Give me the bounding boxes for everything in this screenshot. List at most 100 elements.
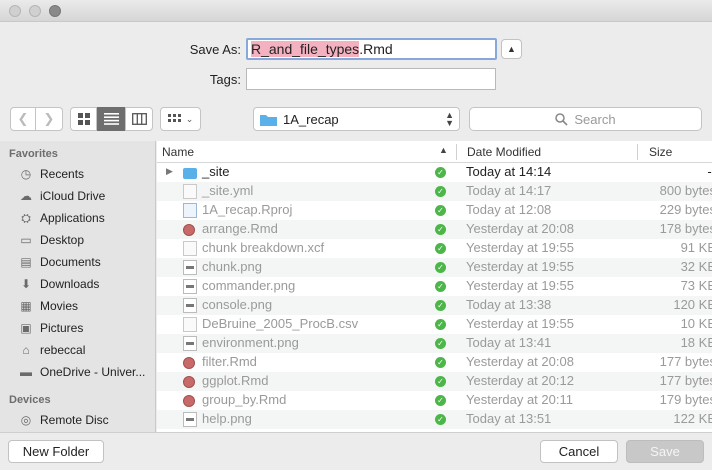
collapse-dialog-button[interactable]: ▲ xyxy=(501,39,522,59)
arrange-icon xyxy=(167,113,181,122)
folder-icon: ▬ xyxy=(20,365,32,379)
document-icon xyxy=(183,241,197,256)
file-size: 122 KB xyxy=(673,411,712,426)
new-folder-button[interactable]: New Folder xyxy=(8,440,104,463)
image-file-icon xyxy=(183,260,197,275)
sidebar-item-documents[interactable]: ▤ Documents xyxy=(0,251,155,273)
sidebar-item-downloads[interactable]: ⬇ Downloads xyxy=(0,273,155,295)
file-size: 91 KB xyxy=(680,240,712,255)
file-row[interactable]: filter.Rmd ✓ Yesterday at 20:08 177 bytes xyxy=(157,353,712,372)
save-as-label: Save As: xyxy=(189,42,241,57)
zoom-window-button[interactable] xyxy=(49,5,61,17)
document-icon xyxy=(183,317,197,332)
file-size: 32 KB xyxy=(680,259,712,274)
file-row[interactable]: group_by.Rmd ✓ Yesterday at 20:11 179 bytes xyxy=(157,391,712,410)
sidebar-item-label: Downloads xyxy=(40,277,100,291)
file-name: ggplot.Rmd xyxy=(202,373,269,388)
sidebar-item-movies[interactable]: ▦ Movies xyxy=(0,295,155,317)
icon-grid-icon xyxy=(77,113,90,125)
column-header-row: Name ▲ Date Modified Size xyxy=(157,141,712,163)
file-row[interactable]: help.png ✓ Today at 13:51 122 KB xyxy=(157,410,712,429)
file-row[interactable]: DeBruine_2005_ProcB.csv ✓ Yesterday at 19:… xyxy=(157,315,712,334)
sync-check-icon: ✓ xyxy=(435,319,446,330)
file-date: Yesterday at 19:55 xyxy=(466,259,574,274)
column-name[interactable]: Name xyxy=(162,145,194,159)
column-view-button[interactable] xyxy=(125,107,153,131)
sync-check-icon: ✓ xyxy=(435,243,446,254)
file-name: help.png xyxy=(202,411,252,426)
icon-view-button[interactable] xyxy=(70,107,97,131)
sidebar-item-rebeccal[interactable]: ⌂ rebeccal xyxy=(0,339,155,361)
search-placeholder: Search xyxy=(574,111,616,127)
search-field[interactable]: Search xyxy=(469,107,702,131)
file-row[interactable]: chunk.png ✓ Yesterday at 19:55 32 KB xyxy=(157,258,712,277)
file-date: Yesterday at 19:55 xyxy=(466,240,574,255)
file-name: commander.png xyxy=(202,278,296,293)
sync-check-icon: ✓ xyxy=(435,224,446,235)
file-row[interactable]: ▶ _site ✓ Today at 14:14 -- xyxy=(157,163,712,182)
image-file-icon xyxy=(183,412,197,427)
file-row[interactable]: ggplot.Rmd ✓ Yesterday at 20:12 177 bytes xyxy=(157,372,712,391)
sidebar-item-label: Recents xyxy=(40,167,85,181)
filename-input[interactable]: R_and_file_types.Rmd xyxy=(246,38,497,60)
file-date: Today at 12:08 xyxy=(466,202,552,217)
sidebar-item-label: Desktop xyxy=(40,233,85,247)
cancel-button[interactable]: Cancel xyxy=(540,440,618,463)
forward-button[interactable]: ❯ xyxy=(36,107,63,131)
back-button[interactable]: ❮ xyxy=(10,107,36,131)
column-size[interactable]: Size xyxy=(649,145,672,159)
arrange-menu-button[interactable]: ⌄ xyxy=(160,107,201,131)
sidebar-item-onedrive-univer[interactable]: ▬ OneDrive - Univer... xyxy=(0,361,155,383)
disclosure-triangle-icon[interactable]: ▶ xyxy=(166,166,173,177)
devices-header: Devices xyxy=(9,394,51,406)
sidebar-item-applications[interactable]: ⛭ Applications xyxy=(0,207,155,229)
file-row[interactable]: _site.yml ✓ Today at 14:17 800 bytes xyxy=(157,182,712,201)
file-date: Yesterday at 20:08 xyxy=(466,221,574,236)
applications-icon: ⛭ xyxy=(21,210,31,225)
filename-extension: .Rmd xyxy=(359,41,393,57)
sidebar-item-label: Applications xyxy=(40,211,105,225)
sidebar-item-remote-disc[interactable]: ◎ Remote Disc xyxy=(0,409,155,431)
image-file-icon xyxy=(183,336,197,351)
image-file-icon xyxy=(183,279,197,294)
list-view-button[interactable] xyxy=(97,107,125,131)
column-date-modified[interactable]: Date Modified xyxy=(467,145,541,159)
file-row[interactable]: 1A_recap.Rproj ✓ Today at 12:08 229 bytes xyxy=(157,201,712,220)
file-row[interactable]: chunk breakdown.xcf ✓ Yesterday at 19:55 91… xyxy=(157,239,712,258)
save-button[interactable]: Save xyxy=(626,440,704,463)
file-name: _site.yml xyxy=(202,183,254,198)
sync-check-icon: ✓ xyxy=(435,205,446,216)
file-name: filter.Rmd xyxy=(202,354,257,369)
file-size: -- xyxy=(707,164,712,179)
file-row[interactable]: commander.png ✓ Yesterday at 19:55 73 KB xyxy=(157,277,712,296)
minimize-window-button[interactable] xyxy=(29,5,41,17)
sync-check-icon: ✓ xyxy=(435,338,446,349)
sync-check-icon: ✓ xyxy=(435,262,446,273)
desktop-icon: ▭ xyxy=(20,233,32,247)
location-popup[interactable]: 1A_recap ▲ ▼ xyxy=(253,107,460,131)
sidebar-item-recents[interactable]: ◷ Recents xyxy=(0,163,155,185)
tags-input[interactable] xyxy=(246,68,496,90)
home-icon: ⌂ xyxy=(22,343,30,357)
file-row[interactable]: arrange.Rmd ✓ Yesterday at 20:08 178 bytes xyxy=(157,220,712,239)
sync-check-icon: ✓ xyxy=(435,376,446,387)
file-row[interactable]: environment.png ✓ Today at 13:41 18 KB xyxy=(157,334,712,353)
filename-selected-text: R_and_file_types xyxy=(251,41,360,57)
close-window-button[interactable] xyxy=(9,5,21,17)
sidebar-item-label: Documents xyxy=(40,255,101,269)
clock-icon: ◷ xyxy=(20,167,32,181)
disc-icon: ◎ xyxy=(20,413,32,427)
file-row[interactable]: console.png ✓ Today at 13:38 120 KB xyxy=(157,296,712,315)
sidebar-item-desktop[interactable]: ▭ Desktop xyxy=(0,229,155,251)
sidebar-item-icloud-drive[interactable]: ☁ iCloud Drive xyxy=(0,185,155,207)
sort-ascending-icon: ▲ xyxy=(439,145,448,155)
sidebar-item-pictures[interactable]: ▣ Pictures xyxy=(0,317,155,339)
sidebar-item-label: iCloud Drive xyxy=(40,189,106,203)
sync-check-icon: ✓ xyxy=(435,300,446,311)
file-date: Yesterday at 20:08 xyxy=(466,354,574,369)
file-size: 179 bytes xyxy=(659,392,712,407)
file-size: 18 KB xyxy=(680,335,712,350)
chevron-up-icon: ▲ xyxy=(507,44,516,54)
sidebar-item-label: Movies xyxy=(40,299,79,313)
sidebar: Favorites ◷ Recents ☁ iCloud Drive ⛭ Applicat… xyxy=(0,141,156,432)
